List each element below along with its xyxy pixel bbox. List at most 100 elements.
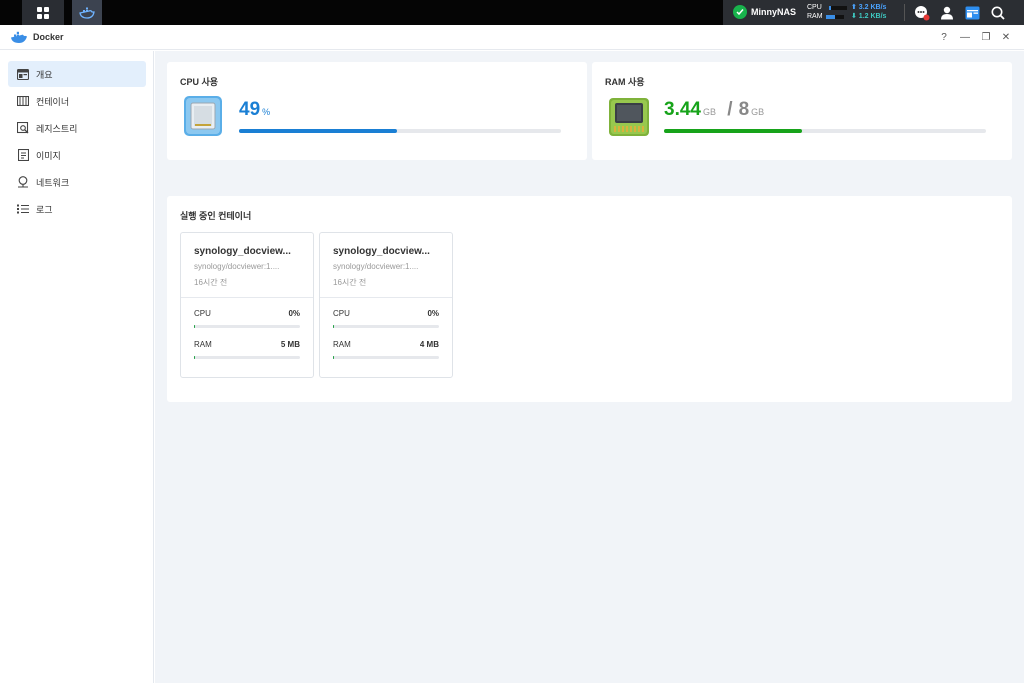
grid-icon — [37, 6, 49, 19]
ram-total-number: 8 — [738, 99, 750, 120]
ram-used-number: 3.44 — [664, 99, 701, 120]
cpu-chip-icon — [184, 96, 222, 136]
cpu-meter-label: CPU — [807, 4, 822, 11]
sidebar-item-registry[interactable]: 레지스트리 — [8, 115, 146, 141]
network-speed: ⬆ 3.2 KB/s ⬇ 1.2 KB/s — [851, 3, 886, 21]
container-image: synology/docviewer:1.... — [333, 262, 419, 271]
sidebar-item-label: 레지스트리 — [36, 123, 78, 134]
main-menu-button[interactable] — [22, 0, 64, 25]
network-icon — [16, 175, 30, 189]
user-button[interactable] — [937, 3, 956, 22]
cpu-usage-card: CPU 사용 49% — [167, 62, 587, 160]
cpu-usage-bar-fill — [239, 129, 397, 133]
container-cpu-value: 0% — [427, 309, 439, 318]
ram-usage-value: 3.44 GB /8 GB — [664, 99, 764, 121]
cpu-meter-fill — [828, 5, 831, 10]
container-icon — [16, 94, 30, 108]
container-ram-label: RAM — [194, 340, 212, 349]
container-ram-bar — [194, 356, 300, 359]
sidebar-item-label: 컨테이너 — [36, 96, 70, 107]
tray-divider — [904, 4, 905, 21]
container-cpu-label: CPU — [194, 309, 211, 318]
docker-logo-icon — [11, 31, 27, 43]
nas-name: MinnyNAS — [751, 7, 796, 17]
taskbar: MinnyNAS CPU RAM ⬆ 3.2 KB/s ⬇ 1.2 KB/s — [0, 0, 1024, 25]
restore-button[interactable]: ❐ — [979, 30, 993, 44]
container-name: synology_docview... — [194, 246, 291, 257]
chat-notification-icon — [914, 5, 929, 20]
cpu-meter-bar — [828, 5, 847, 10]
docker-window: Docker ? — ❐ ✕ 개요 컨테이너 레지스트리 이미지 네트워크 로그… — [0, 25, 1024, 683]
container-cpu-bar — [333, 325, 439, 328]
ram-card-title: RAM 사용 — [605, 77, 645, 87]
nas-status[interactable]: MinnyNAS — [733, 5, 796, 19]
container-card[interactable]: synology_docview... synology/docviewer:1… — [319, 232, 453, 378]
sidebar-item-label: 로그 — [36, 204, 53, 215]
registry-icon — [16, 121, 30, 135]
container-ram-bar — [333, 356, 439, 359]
ram-separator: / — [727, 99, 733, 120]
cpu-usage-bar — [239, 129, 561, 133]
docker-taskbar-button[interactable] — [72, 0, 102, 25]
sidebar-item-image[interactable]: 이미지 — [8, 142, 146, 168]
container-cpu-bar-fill — [194, 325, 196, 328]
sidebar-item-label: 개요 — [36, 69, 53, 80]
container-cpu-bar — [194, 325, 300, 328]
cpu-usage-value: 49% — [239, 99, 270, 121]
ram-meter-label: RAM — [807, 13, 823, 20]
container-card[interactable]: synology_docview... synology/docviewer:1… — [180, 232, 314, 378]
sidebar-item-container[interactable]: 컨테이너 — [8, 88, 146, 114]
ram-usage-bar-fill — [664, 129, 803, 133]
log-icon — [16, 202, 30, 216]
window-titlebar[interactable]: Docker ? — ❐ ✕ — [0, 25, 1024, 50]
container-ram-value: 5 MB — [280, 340, 300, 349]
widgets-icon — [965, 6, 980, 19]
sidebar-item-log[interactable]: 로그 — [8, 196, 146, 222]
ram-used-unit: GB — [702, 107, 716, 117]
upload-speed: ⬆ 3.2 KB/s — [851, 4, 887, 11]
download-speed: ⬇ 1.2 KB/s — [851, 13, 887, 20]
running-containers-title: 실행 중인 컨테이너 — [180, 211, 252, 221]
container-divider — [181, 297, 313, 298]
image-icon — [16, 148, 30, 162]
container-ram-label: RAM — [333, 340, 351, 349]
sidebar-item-overview[interactable]: 개요 — [8, 61, 146, 87]
overview-icon — [16, 67, 30, 81]
ram-usage-bar — [664, 129, 986, 133]
cpu-usage-unit: % — [262, 107, 271, 117]
cpu-card-title: CPU 사용 — [180, 77, 219, 87]
minimize-button[interactable]: — — [958, 30, 972, 44]
close-button[interactable]: ✕ — [999, 30, 1013, 44]
sidebar-item-label: 이미지 — [36, 150, 61, 161]
container-ram-bar-fill — [333, 356, 335, 359]
main-content: CPU 사용 49% RAM 사용 3.44 GB / 8 GB 실행 중인 컨… — [155, 51, 1024, 683]
container-cpu-label: CPU — [333, 309, 350, 318]
container-divider — [320, 297, 452, 298]
widgets-button[interactable] — [963, 3, 982, 22]
ram-usage-card: RAM 사용 3.44 GB /8 GB — [592, 62, 1012, 160]
container-image: synology/docviewer:1.... — [194, 262, 280, 271]
cpu-usage-number: 49 — [239, 99, 261, 120]
ram-meter-bar — [825, 14, 844, 19]
container-name: synology_docview... — [333, 246, 430, 257]
search-button[interactable] — [988, 3, 1007, 22]
user-icon — [940, 6, 953, 19]
container-ram-value: 4 MB — [419, 340, 439, 349]
sidebar: 개요 컨테이너 레지스트리 이미지 네트워크 로그 — [0, 51, 154, 683]
ram-chip-icon — [609, 98, 649, 136]
resource-meter[interactable]: CPU RAM — [807, 3, 847, 21]
notification-button[interactable] — [912, 3, 931, 22]
system-tray: MinnyNAS CPU RAM ⬆ 3.2 KB/s ⬇ 1.2 KB/s — [723, 0, 1024, 25]
container-cpu-bar-fill — [333, 325, 335, 328]
sidebar-item-label: 네트워크 — [36, 177, 70, 188]
container-ram-bar-fill — [194, 356, 196, 359]
help-button[interactable]: ? — [937, 30, 951, 44]
sidebar-item-network[interactable]: 네트워크 — [8, 169, 146, 195]
ram-meter-fill — [825, 14, 835, 19]
check-icon — [733, 5, 747, 19]
search-icon — [991, 6, 1005, 20]
container-cpu-value: 0% — [288, 309, 300, 318]
ram-total-unit: GB — [751, 107, 765, 117]
container-uptime: 16시간 전 — [194, 278, 228, 287]
docker-icon — [79, 7, 95, 19]
